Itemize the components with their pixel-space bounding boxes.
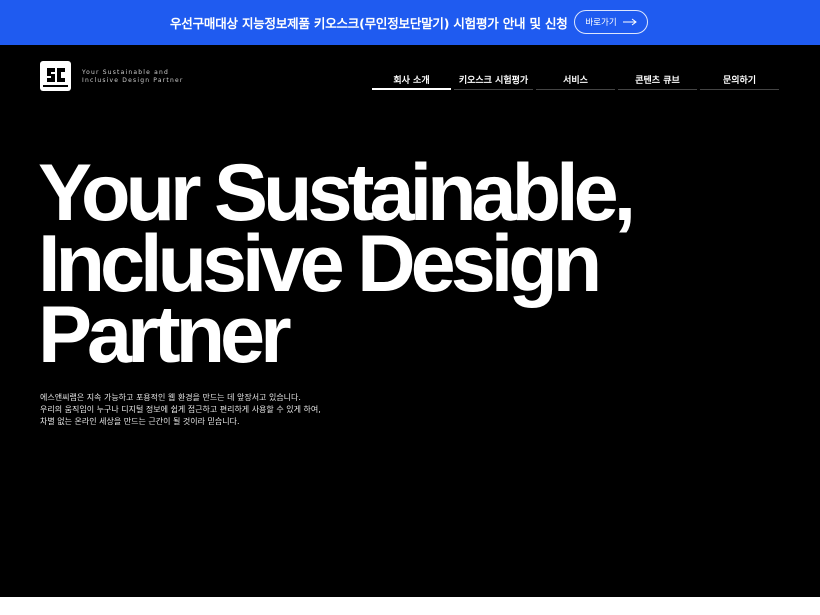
logo-tagline-line1: Your Sustainable and <box>82 69 169 76</box>
nav-item-company[interactable]: 회사 소개 <box>372 73 451 90</box>
main-nav: 회사 소개 키오스크 시험평가 서비스 콘텐츠 큐브 문의하기 <box>372 73 779 90</box>
logo-tagline-line2: Inclusive Design Partner <box>82 77 184 84</box>
logo-tagline: Your Sustainable and Inclusive Design Pa… <box>82 69 184 85</box>
hero-description: 에스앤씨랩은 지속 가능하고 포용적인 웹 환경을 만드는 데 앞장서고 있습니… <box>40 392 321 428</box>
nav-item-services[interactable]: 서비스 <box>536 73 615 90</box>
banner-button-label: 바로가기 <box>585 18 617 28</box>
banner-shortcut-button[interactable]: 바로가기 <box>574 10 648 34</box>
nav-item-contact[interactable]: 문의하기 <box>700 73 779 90</box>
top-banner: 우선구매대상 지능정보제품 키오스크(무인정보단말기) 시험평가 안내 및 신청… <box>0 0 820 45</box>
snc-logo[interactable] <box>40 61 71 91</box>
hero-title-line3: Partner <box>38 290 292 380</box>
arrow-right-icon <box>622 18 637 26</box>
hero-section: Your Sustainable and Inclusive Design Pa… <box>0 45 820 597</box>
hero-description-line2: 우리의 움직임이 누구나 디지털 정보에 쉽게 접근하고 편리하게 사용할 수 … <box>40 405 321 414</box>
hero-description-line1: 에스앤씨랩은 지속 가능하고 포용적인 웹 환경을 만드는 데 앞장서고 있습니… <box>40 393 301 402</box>
hero-description-line3: 차별 없는 온라인 세상을 만드는 근간이 될 것이라 믿습니다. <box>40 417 240 426</box>
nav-item-content-cube[interactable]: 콘텐츠 큐브 <box>618 73 697 90</box>
nav-item-kiosk-evaluation[interactable]: 키오스크 시험평가 <box>454 73 533 90</box>
banner-text: 우선구매대상 지능정보제품 키오스크(무인정보단말기) 시험평가 안내 및 신청 <box>170 16 568 31</box>
hero-title: Your Sustainable, Inclusive Design Partn… <box>38 153 636 380</box>
